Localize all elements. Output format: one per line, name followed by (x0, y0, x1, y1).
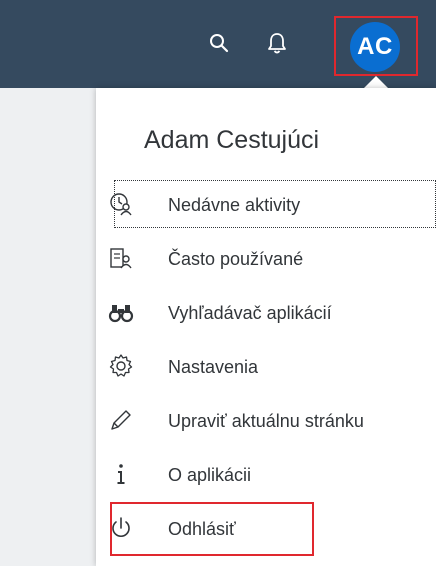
notifications-button[interactable] (262, 28, 292, 58)
search-button[interactable] (204, 28, 234, 58)
menu-item-recent-activities[interactable]: Nedávne aktivity (96, 178, 436, 232)
binoculars-icon (108, 299, 134, 325)
menu-item-label: Nedávne aktivity (168, 194, 301, 215)
power-icon (108, 515, 134, 541)
recent-activity-icon (108, 191, 134, 217)
menu-item-about[interactable]: O aplikácii (96, 448, 436, 502)
menu-item-app-finder[interactable]: Vyhľadávač aplikácií (96, 286, 436, 340)
menu-item-label: Vyhľadávač aplikácií (168, 302, 332, 323)
popover-caret (364, 76, 388, 88)
user-actions-popover: Adam Cestujúci Nedávne aktivity Často po… (96, 88, 436, 566)
menu-item-label: Upraviť aktuálnu stránku (168, 410, 364, 431)
user-actions-menu: Nedávne aktivity Často používané Vyhľadá… (96, 178, 436, 556)
pencil-icon (108, 407, 134, 433)
menu-item-label: Odhlásiť (168, 518, 236, 539)
bell-icon (268, 33, 286, 54)
menu-item-label: O aplikácii (168, 464, 252, 485)
avatar-highlight: AC (334, 16, 418, 76)
user-avatar-button[interactable]: AC (350, 22, 400, 72)
menu-item-settings[interactable]: Nastavenia (96, 340, 436, 394)
menu-item-sign-out[interactable]: Odhlásiť (96, 502, 436, 556)
menu-item-label: Nastavenia (168, 356, 259, 377)
info-icon (108, 461, 134, 487)
menu-item-frequently-used[interactable]: Často používané (96, 232, 436, 286)
menu-item-label: Často používané (168, 248, 304, 269)
frequently-used-icon (108, 245, 134, 271)
menu-item-edit-page[interactable]: Upraviť aktuálnu stránku (96, 394, 436, 448)
shell-bar: AC (0, 0, 436, 88)
gear-icon (108, 353, 134, 379)
avatar-initials: AC (357, 33, 393, 60)
user-name: Adam Cestujúci (144, 126, 320, 154)
search-icon (210, 34, 229, 53)
